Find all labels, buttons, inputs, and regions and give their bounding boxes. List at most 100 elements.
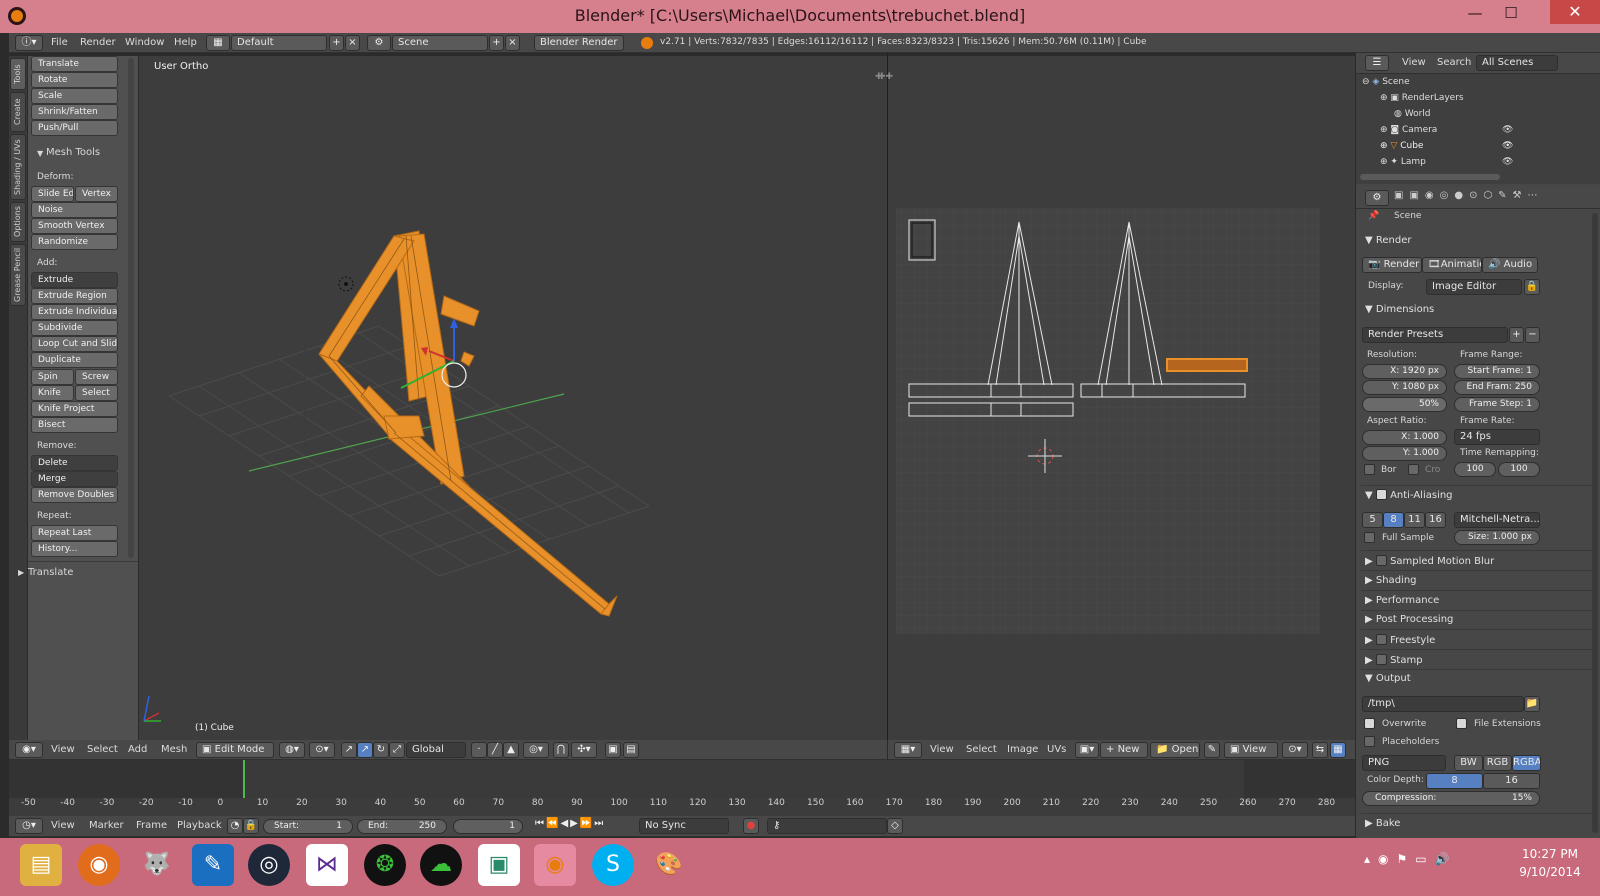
knife-project-button[interactable]: Knife Project: [31, 401, 118, 417]
firefox-icon[interactable]: ◉: [78, 844, 120, 886]
current-frame-field[interactable]: 1: [453, 819, 523, 834]
duplicate-button[interactable]: Duplicate: [31, 352, 118, 368]
menu-help[interactable]: Help: [174, 37, 197, 48]
uv-sync-icon[interactable]: ⇆: [1312, 742, 1328, 758]
outliner-editor-icon[interactable]: ☰: [1365, 55, 1389, 71]
lock-range-icon[interactable]: 🔒: [243, 818, 259, 834]
audio-button[interactable]: 🔊 Audio: [1482, 257, 1538, 273]
uv-image-editor[interactable]: ✚✚: [878, 56, 1355, 740]
tab-tools[interactable]: Tools: [10, 58, 26, 90]
loop-cut-button[interactable]: Loop Cut and Slide: [31, 336, 118, 352]
new-image-button[interactable]: + New: [1100, 742, 1148, 758]
opengl-anim-icon[interactable]: ▤: [623, 742, 639, 758]
properties-context-tabs[interactable]: ▣▣◉◎●⊙⬡✎⚒⋯: [1394, 190, 1594, 206]
remap-new-field[interactable]: 100: [1498, 462, 1540, 477]
cloud-icon[interactable]: ☁: [420, 844, 462, 886]
resolution-x-field[interactable]: X: 1920 px: [1362, 364, 1447, 379]
post-processing-section[interactable]: ▶ Post Processing: [1365, 614, 1453, 625]
uv-select-menu[interactable]: Select: [966, 744, 997, 755]
render-presets-dropdown[interactable]: Render Presets: [1362, 327, 1508, 343]
viewport-add-menu[interactable]: Add: [128, 744, 147, 755]
outliner-row-lamp[interactable]: ⊕ ✦ Lamp 👁: [1380, 157, 1594, 167]
timeline[interactable]: -50 -40 -30 -20 -10 0 10 20 30 40 50 60 70 80 90 100 110…: [9, 760, 1355, 816]
current-frame-marker[interactable]: [243, 760, 245, 798]
overwrite-checkbox[interactable]: [1364, 718, 1375, 729]
rotate-button[interactable]: Rotate: [31, 72, 118, 88]
panel-collapsed-icon[interactable]: ▶: [18, 568, 24, 577]
image-browse-icon[interactable]: ▣▾: [1075, 742, 1099, 758]
border-checkbox[interactable]: [1364, 464, 1375, 475]
window-app-icon[interactable]: ▣: [478, 844, 520, 886]
rotate-manip-icon[interactable]: ↻: [373, 742, 389, 758]
tab-create[interactable]: Create: [10, 92, 26, 132]
properties-scrollbar[interactable]: [1592, 213, 1598, 833]
layout-field[interactable]: Default: [231, 35, 327, 51]
timeline-view-menu[interactable]: View: [51, 820, 75, 831]
remove-doubles-button[interactable]: Remove Doubles: [31, 487, 118, 503]
animation-button[interactable]: 🎞Animation: [1422, 257, 1482, 273]
pivot-icon[interactable]: ⊙▾: [309, 742, 335, 758]
outliner-view-menu[interactable]: View: [1402, 57, 1426, 68]
smooth-vertex-button[interactable]: Smooth Vertex: [31, 218, 118, 234]
menu-render[interactable]: Render: [80, 37, 116, 48]
aa-section-header[interactable]: ▼ Anti-Aliasing: [1365, 489, 1453, 501]
timeline-editor-icon[interactable]: ◷▾: [15, 818, 43, 834]
clock-time[interactable]: 10:27 PM: [1505, 847, 1595, 861]
color-rgb-button[interactable]: RGB: [1483, 755, 1512, 771]
outliner-search-menu[interactable]: Search: [1437, 57, 1471, 68]
slide-vertex-button[interactable]: Vertex: [75, 186, 118, 202]
randomize-button[interactable]: Randomize: [31, 234, 118, 250]
stamp-section[interactable]: ▶ Stamp: [1365, 654, 1423, 666]
output-path-field[interactable]: /tmp\: [1362, 696, 1524, 712]
color-rgba-button[interactable]: RGBA: [1512, 755, 1541, 771]
freestyle-section[interactable]: ▶ Freestyle: [1365, 634, 1435, 646]
remap-old-field[interactable]: 100: [1454, 462, 1496, 477]
keying-set-field[interactable]: ⚷: [767, 818, 887, 834]
render-section-header[interactable]: ▼ Render: [1365, 235, 1411, 246]
knife-button[interactable]: Knife: [31, 385, 74, 401]
edge-select-icon[interactable]: ╱: [487, 742, 503, 758]
record-icon[interactable]: ●: [743, 818, 759, 834]
noise-button[interactable]: Noise: [31, 202, 118, 218]
outliner-scrollbar[interactable]: [1360, 174, 1500, 180]
outliner-row-renderlayers[interactable]: ⊕ ▣ RenderLayers: [1380, 93, 1594, 103]
extrude-individual-button[interactable]: Extrude Individual: [31, 304, 118, 320]
aa-samples-5[interactable]: 5: [1362, 512, 1383, 528]
tool-shelf-scrollbar[interactable]: [128, 58, 134, 558]
viewport-scene[interactable]: [139, 56, 887, 740]
aa-samples-11[interactable]: 11: [1404, 512, 1425, 528]
panel-expand-icon[interactable]: ▼: [37, 149, 43, 158]
sampled-motion-blur-section[interactable]: ▶ Sampled Motion Blur: [1365, 555, 1494, 567]
output-section-header[interactable]: ▼ Output: [1365, 673, 1411, 684]
system-tray-icons[interactable]: ▴◉⚑▭🔊: [1364, 852, 1494, 872]
pin-icon[interactable]: 📌: [1368, 211, 1379, 221]
merge-dropdown[interactable]: Merge: [31, 471, 118, 487]
display-dropdown[interactable]: Image Editor: [1426, 279, 1522, 295]
file-extensions-checkbox[interactable]: [1456, 718, 1467, 729]
end-frame-field[interactable]: End: 250: [357, 819, 447, 834]
render-engine-dropdown[interactable]: Blender Render: [534, 35, 624, 51]
remove-layout-icon[interactable]: ×: [345, 35, 360, 51]
uv-canvas[interactable]: [888, 56, 1355, 740]
minimize-button[interactable]: —: [1460, 4, 1490, 22]
face-select-icon[interactable]: ▲: [503, 742, 519, 758]
frame-step-field[interactable]: Frame Step: 1: [1454, 397, 1540, 412]
snap-magnet-icon[interactable]: ⋂: [553, 742, 569, 758]
resolution-y-field[interactable]: Y: 1080 px: [1362, 380, 1447, 395]
mode-dropdown[interactable]: ▣ Edit Mode: [196, 742, 274, 758]
scale-manip-icon[interactable]: ⤢: [389, 742, 405, 758]
insert-keyframe-icon[interactable]: ◇: [887, 818, 903, 834]
maximize-button[interactable]: ☐: [1496, 4, 1526, 22]
close-button[interactable]: ✕: [1550, 0, 1600, 24]
full-sample-checkbox[interactable]: [1364, 532, 1375, 543]
uv-pivot-icon[interactable]: ⊙▾: [1282, 742, 1308, 758]
viewport-mesh-menu[interactable]: Mesh: [161, 744, 187, 755]
knife-select-button[interactable]: Select: [75, 385, 118, 401]
aa-filter-dropdown[interactable]: Mitchell-Netra...: [1454, 512, 1540, 528]
sync-mode-dropdown[interactable]: No Sync: [639, 818, 729, 834]
extrude-dropdown[interactable]: Extrude: [31, 272, 118, 288]
spin-button[interactable]: Spin: [31, 369, 74, 385]
timeline-playback-menu[interactable]: Playback: [177, 820, 222, 831]
vertex-select-icon[interactable]: ·: [471, 742, 487, 758]
menu-window[interactable]: Window: [125, 37, 164, 48]
